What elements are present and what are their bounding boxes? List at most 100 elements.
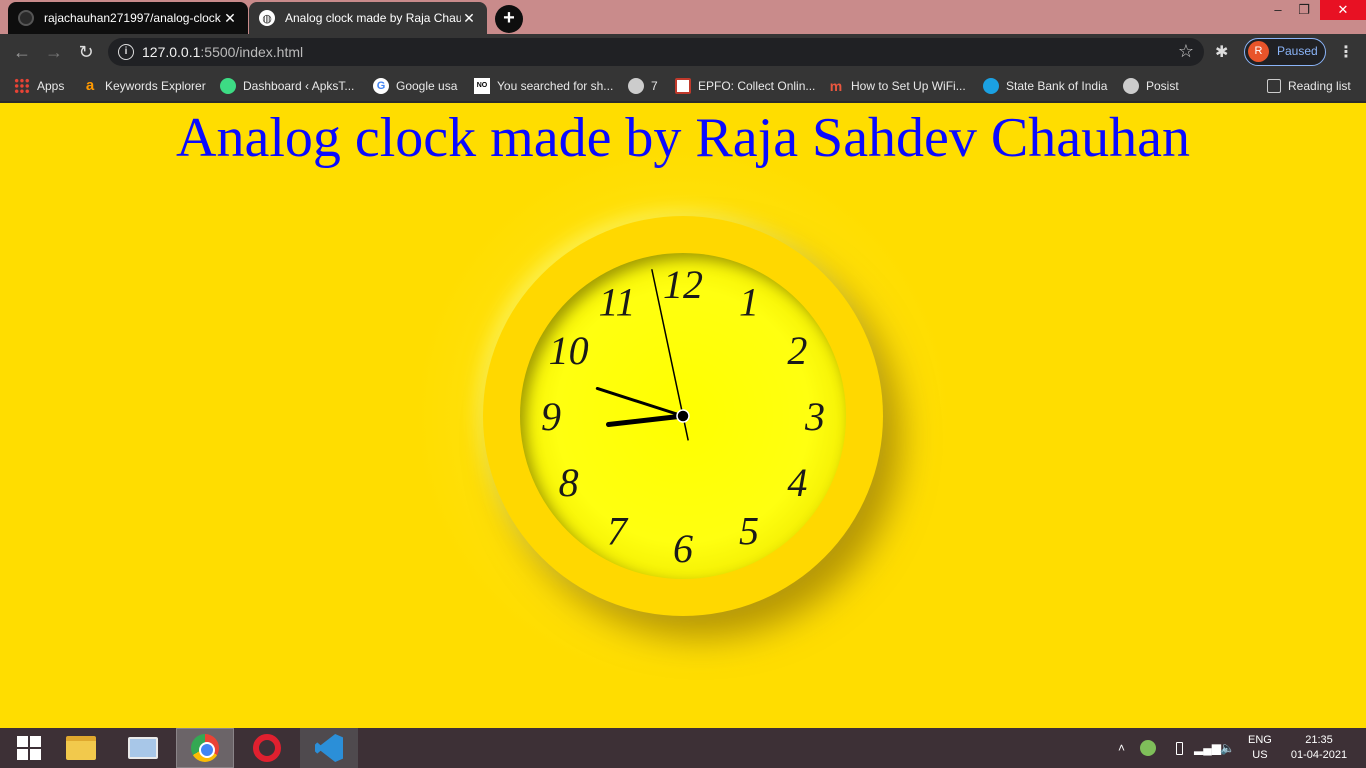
bookmark-wifi-setup[interactable]: m How to Set Up WiFi... (828, 76, 966, 96)
windows-taskbar: ˄ ▂▄▆ 🔈 ENG US 21:35 01-04-2021 (0, 728, 1366, 768)
maximize-button[interactable]: ❐ (1290, 0, 1318, 20)
bookmark-google-usa[interactable]: G Google usa (373, 76, 457, 96)
bookmark-keywords-explorer[interactable]: a Keywords Explorer (82, 76, 206, 96)
tab-github[interactable]: rajachauhan271997/analog-clock ✕ (8, 2, 248, 34)
apps-icon (14, 78, 30, 94)
clock-dial: 12 1234567891011 (541, 262, 825, 571)
reload-button[interactable]: ↻ (74, 40, 98, 64)
speaker-shape: 🔈 (1220, 741, 1235, 755)
bookmark-label: How to Set Up WiFi... (851, 79, 966, 93)
hour-hand (605, 413, 686, 427)
taskbar-vscode[interactable] (300, 728, 358, 768)
clock-numeral: 11 (598, 280, 635, 325)
forward-button[interactable]: → (42, 40, 66, 64)
tray-overflow-button[interactable]: ˄ (1118, 728, 1125, 768)
puzzle-icon[interactable]: ✱ (1215, 42, 1228, 62)
language-indicator[interactable]: ENG US (1248, 728, 1272, 768)
back-button[interactable]: ← (10, 40, 34, 64)
profile-status: Paused (1277, 44, 1318, 58)
browser-toolbar: ← → ↻ i 127.0.0.1:5500/index.html ☆ ✱ R … (0, 34, 1366, 70)
chevron-up-icon: ˄ (1118, 741, 1126, 755)
clock-numeral: 3 (804, 394, 825, 439)
tab-close-button[interactable]: ✕ (461, 10, 477, 27)
taskbar-chrome[interactable] (176, 728, 234, 768)
close-window-button[interactable]: ✕ (1320, 0, 1366, 20)
address-bar[interactable]: i 127.0.0.1:5500/index.html ☆ (108, 38, 1204, 66)
site-info-icon[interactable]: i (118, 44, 134, 60)
minute-hand (595, 386, 685, 418)
clock-numeral: 9 (541, 394, 561, 439)
ahrefs-icon: a (85, 77, 95, 94)
tab-analog-clock[interactable]: ◍ Analog clock made by Raja Chauhan ✕ (249, 2, 487, 34)
bookmark-you-searched[interactable]: NO You searched for sh... (474, 76, 613, 96)
title-bar: rajachauhan271997/analog-clock ✕ ◍ Analo… (0, 0, 1366, 34)
analog-clock: 12 1 2 3 4 5 6 7 8 9 10 11 (413, 146, 953, 686)
tray-app-icon[interactable] (1140, 728, 1156, 768)
dashboard-icon (220, 78, 236, 94)
bookmark-label: Apps (37, 79, 65, 93)
system-date: 01-04-2021 (1290, 749, 1348, 761)
url-host: 127.0.0.1 (142, 44, 201, 60)
volume-icon[interactable]: 🔈 (1220, 728, 1235, 768)
clock-numeral: 8 (559, 460, 579, 505)
bookmark-label: EPFO: Collect Onlin... (698, 79, 816, 93)
tab-title: Analog clock made by Raja Chauhan (285, 11, 461, 25)
opera-icon (253, 734, 281, 762)
vscode-icon (315, 734, 343, 762)
google-icon: G (373, 78, 389, 94)
bookmark-sbi[interactable]: State Bank of India (983, 76, 1107, 96)
url-text[interactable]: 127.0.0.1:5500/index.html (142, 44, 303, 60)
bookmark-label: Keywords Explorer (105, 79, 206, 93)
clock-numeral: 1 (739, 280, 759, 325)
bookmark-star-icon[interactable]: ☆ (1178, 41, 1194, 62)
web-page: Analog clock made by Raja Sahdev Chauhan… (0, 103, 1366, 728)
reading-list-icon (1267, 79, 1281, 93)
bookmark-label: State Bank of India (1006, 79, 1108, 93)
url-path: :5500/index.html (200, 44, 304, 60)
language-code: ENG (1248, 734, 1272, 746)
tab-title: rajachauhan271997/analog-clock (44, 11, 221, 25)
epfo-icon (675, 78, 691, 94)
avatar: R (1248, 41, 1269, 62)
network-app-icon (1140, 740, 1156, 756)
bookmark-apps[interactable]: Apps (14, 76, 64, 96)
profile-button[interactable]: R Paused (1244, 38, 1326, 66)
new-tab-button[interactable]: + (495, 5, 523, 33)
clock-numeral: 2 (787, 328, 807, 373)
taskbar-file-explorer[interactable] (52, 728, 110, 768)
clock-numeral: 4 (787, 460, 807, 505)
reading-list-button[interactable]: Reading list (1267, 76, 1351, 96)
system-time: 21:35 (1305, 734, 1333, 746)
clock-numeral: 10 (549, 328, 589, 373)
globe-icon: ◍ (259, 10, 275, 26)
clock-numeral: 7 (607, 508, 629, 553)
tab-close-button[interactable]: ✕ (222, 10, 238, 27)
clock-center-pin (676, 409, 690, 423)
bookmark-label: Dashboard ‹ ApksT... (243, 79, 355, 93)
bookmark-epfo[interactable]: EPFO: Collect Onlin... (675, 76, 815, 96)
github-icon (18, 10, 34, 26)
bookmark-posist[interactable]: Posist (1123, 76, 1179, 96)
clock-numeral: 12 (663, 262, 703, 307)
m-icon: m (829, 78, 843, 94)
start-button[interactable] (0, 728, 58, 768)
battery-shape (1176, 741, 1183, 755)
clock-numeral: 5 (739, 508, 759, 553)
system-clock[interactable]: 21:35 01-04-2021 (1288, 728, 1350, 768)
taskbar-this-pc[interactable] (114, 728, 172, 768)
bookmark-label: You searched for sh... (497, 79, 614, 93)
keyboard-region: US (1252, 749, 1268, 761)
bookmark-dashboard[interactable]: Dashboard ‹ ApksT... (220, 76, 354, 96)
bookmark-label: Google usa (396, 79, 458, 93)
taskbar-opera[interactable] (238, 728, 296, 768)
wifi-signal-icon[interactable]: ▂▄▆ (1194, 728, 1221, 768)
chrome-icon (191, 734, 219, 762)
clock-numeral: 6 (673, 526, 693, 571)
sbi-icon (983, 78, 999, 94)
browser-menu-icon[interactable]: ⋮ (1338, 42, 1354, 62)
battery-icon[interactable] (1176, 728, 1183, 768)
minimize-button[interactable]: – (1264, 0, 1292, 20)
bookmark-7[interactable]: 7 (628, 76, 658, 96)
bookmark-label: 7 (651, 79, 658, 93)
bookmarks-bar: Apps a Keywords Explorer Dashboard ‹ Apk… (0, 70, 1366, 102)
